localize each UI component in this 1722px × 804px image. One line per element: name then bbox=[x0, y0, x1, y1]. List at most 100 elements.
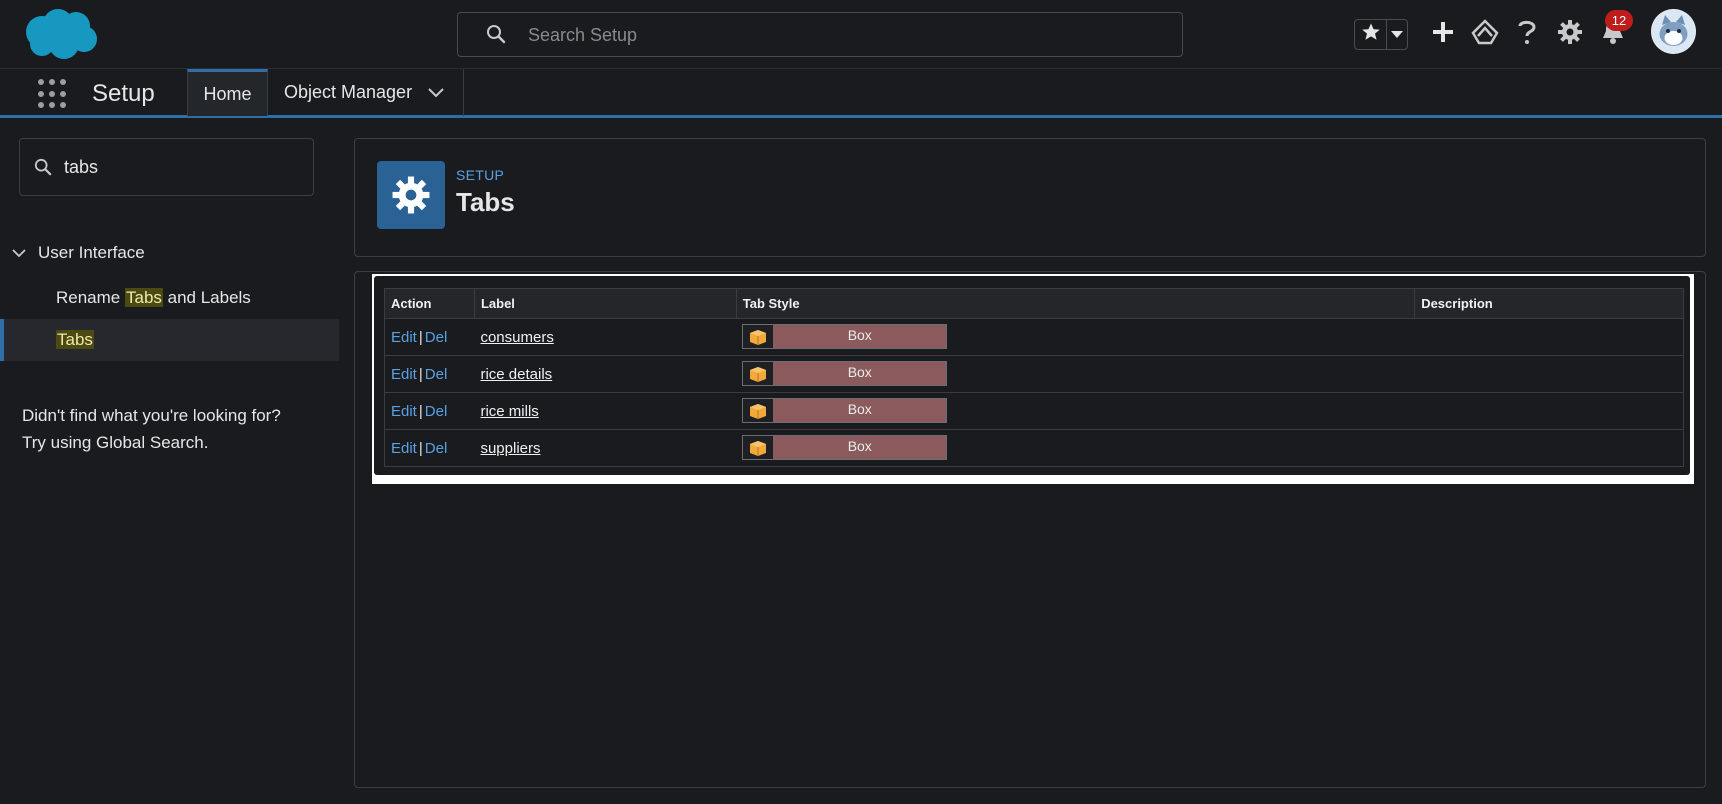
global-actions-button[interactable] bbox=[1428, 19, 1458, 49]
action-cell: Edit | Del bbox=[384, 318, 475, 356]
column-header-action: Action bbox=[384, 288, 475, 319]
action-cell: Edit | Del bbox=[384, 392, 475, 430]
description-cell bbox=[1414, 429, 1684, 467]
tab-object-manager[interactable]: Object Manager bbox=[268, 69, 464, 116]
not-found-message: Didn't find what you're looking for? Try… bbox=[22, 402, 342, 456]
tab-style-name: Box bbox=[847, 437, 872, 454]
plus-icon bbox=[1432, 21, 1454, 48]
gear-icon bbox=[1557, 19, 1583, 50]
quick-find-box[interactable] bbox=[19, 138, 314, 196]
table-row: Edit | Del suppliers Box bbox=[384, 429, 1684, 467]
tree-group-user-interface[interactable]: User Interface bbox=[12, 243, 145, 263]
box-icon bbox=[743, 362, 774, 386]
table-row: Edit | Del rice details Box bbox=[384, 355, 1684, 393]
edit-link[interactable]: Edit bbox=[391, 366, 417, 383]
tab-label-link[interactable]: rice mills bbox=[480, 403, 538, 420]
global-search-input[interactable] bbox=[528, 21, 1148, 49]
chevron-down-icon bbox=[12, 243, 26, 263]
not-found-line-2: Try using Global Search. bbox=[22, 433, 209, 452]
tree-group-label: User Interface bbox=[38, 243, 145, 262]
tab-style-cell: Box bbox=[736, 429, 1415, 467]
description-cell bbox=[1414, 392, 1684, 430]
not-found-line-1: Didn't find what you're looking for? bbox=[22, 406, 281, 425]
del-link[interactable]: Del bbox=[425, 403, 448, 420]
tab-style-cell: Box bbox=[736, 392, 1415, 430]
column-header-description: Description bbox=[1414, 288, 1684, 319]
setup-gear-icon bbox=[377, 161, 445, 229]
label-cell: consumers bbox=[474, 318, 737, 356]
custom-tabs-list: Action Label Tab Style Description Edit |… bbox=[374, 276, 1690, 475]
label-cell: suppliers bbox=[474, 429, 737, 467]
help-button[interactable] bbox=[1512, 19, 1542, 49]
notification-count-badge: 12 bbox=[1605, 10, 1633, 31]
edit-link[interactable]: Edit bbox=[391, 329, 417, 346]
action-cell: Edit | Del bbox=[384, 429, 475, 467]
sidebar-item-tabs[interactable]: Tabs bbox=[0, 319, 339, 361]
box-icon bbox=[743, 436, 774, 460]
chevron-down-icon[interactable] bbox=[428, 82, 444, 103]
tab-label-link[interactable]: rice details bbox=[480, 366, 552, 383]
tab-home-label: Home bbox=[203, 83, 252, 104]
tab-style-cell: Box bbox=[736, 318, 1415, 356]
action-separator: | bbox=[418, 439, 423, 457]
table-row: Edit | Del rice mills Box bbox=[384, 392, 1684, 430]
custom-tabs-list-frame: Action Label Tab Style Description Edit |… bbox=[372, 274, 1694, 484]
trailhead-icon bbox=[1471, 18, 1499, 50]
salesforce-cloud-logo[interactable] bbox=[20, 6, 100, 62]
sidebar-item-label: Rename Tabs and Labels bbox=[56, 288, 251, 307]
tab-object-manager-label: Object Manager bbox=[284, 82, 413, 102]
tab-style-name: Box bbox=[847, 363, 872, 380]
tab-style-swatch: Box bbox=[742, 324, 948, 350]
avatar[interactable] bbox=[1651, 9, 1696, 54]
sidebar-item-label: Tabs bbox=[56, 330, 94, 350]
tab-style-swatch: Box bbox=[742, 435, 948, 461]
sidebar-item-rename-tabs-and-labels[interactable]: Rename Tabs and Labels bbox=[0, 277, 339, 319]
search-icon bbox=[486, 24, 506, 49]
tab-label-link[interactable]: consumers bbox=[480, 329, 553, 346]
action-separator: | bbox=[418, 402, 423, 420]
action-separator: | bbox=[418, 365, 423, 383]
app-nav-bar: Setup Home Object Manager bbox=[0, 68, 1722, 118]
page-header: SETUP Tabs bbox=[354, 138, 1706, 257]
favorites-button[interactable] bbox=[1355, 20, 1387, 49]
table-header-row: Action Label Tab Style Description bbox=[384, 288, 1684, 319]
action-cell: Edit | Del bbox=[384, 355, 475, 393]
search-icon bbox=[34, 158, 52, 181]
column-header-label: Label bbox=[473, 288, 737, 319]
table-row: Edit | Del consumers Box bbox=[384, 318, 1684, 356]
del-link[interactable]: Del bbox=[425, 440, 448, 457]
setup-gear-button[interactable] bbox=[1555, 19, 1585, 49]
global-header: 12 bbox=[0, 0, 1722, 68]
app-launcher-waffle-icon[interactable] bbox=[38, 79, 68, 109]
app-name: Setup bbox=[92, 80, 155, 107]
tab-style-name: Box bbox=[847, 400, 872, 417]
global-search-box[interactable] bbox=[457, 12, 1183, 57]
quick-find-input[interactable] bbox=[64, 155, 294, 179]
edit-link[interactable]: Edit bbox=[391, 403, 417, 420]
content-card: Action Label Tab Style Description Edit |… bbox=[354, 271, 1706, 788]
tab-style-swatch: Box bbox=[742, 361, 948, 387]
del-link[interactable]: Del bbox=[425, 329, 448, 346]
favorites-group bbox=[1354, 19, 1408, 50]
star-icon bbox=[1361, 22, 1381, 47]
label-cell: rice details bbox=[474, 355, 737, 393]
edit-link[interactable]: Edit bbox=[391, 440, 417, 457]
action-separator: | bbox=[418, 328, 423, 346]
page-eyebrow: SETUP bbox=[456, 167, 505, 183]
tab-style-swatch: Box bbox=[742, 398, 948, 424]
custom-tabs-table: Action Label Tab Style Description Edit |… bbox=[384, 288, 1684, 467]
trailhead-button[interactable] bbox=[1470, 18, 1500, 50]
page-title: Tabs bbox=[456, 187, 515, 217]
column-header-tab-style: Tab Style bbox=[735, 288, 1416, 319]
del-link[interactable]: Del bbox=[425, 366, 448, 383]
label-cell: rice mills bbox=[474, 392, 737, 430]
tab-label-link[interactable]: suppliers bbox=[480, 440, 540, 457]
favorites-list-button[interactable] bbox=[1387, 20, 1407, 49]
tab-style-name: Box bbox=[847, 326, 872, 343]
description-cell bbox=[1414, 318, 1684, 356]
search-match-highlight: Tabs bbox=[56, 330, 94, 349]
search-match-highlight: Tabs bbox=[124, 288, 163, 307]
help-icon bbox=[1517, 19, 1537, 50]
box-icon bbox=[743, 399, 774, 423]
tab-home[interactable]: Home bbox=[187, 69, 268, 116]
